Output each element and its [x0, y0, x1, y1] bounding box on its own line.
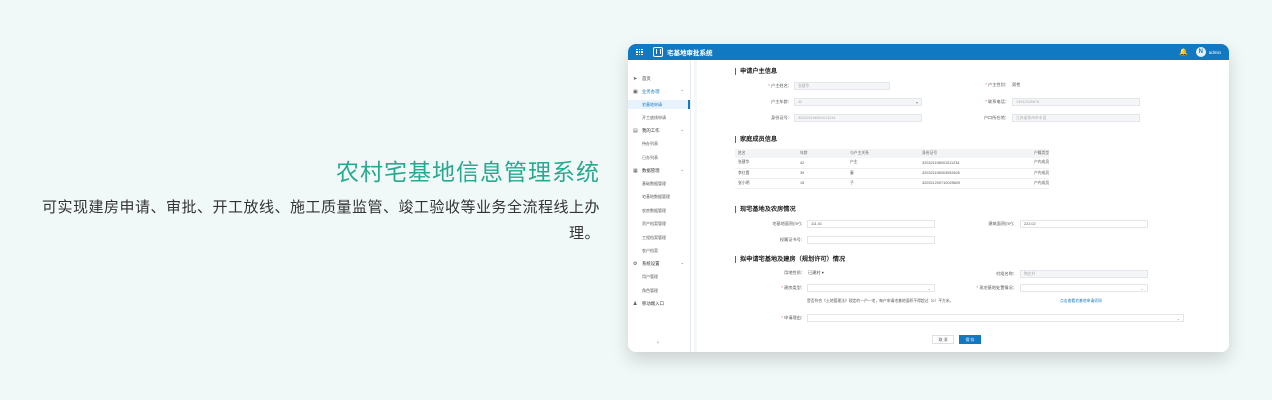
- cert-number-label: 权属证书号：: [779, 237, 805, 242]
- build-type-select[interactable]: ⌄: [807, 284, 935, 292]
- app-grid-icon[interactable]: [636, 48, 643, 56]
- app-title: 宅基地审批系统: [667, 50, 713, 57]
- disposal-select[interactable]: ⌄: [1020, 284, 1148, 292]
- disposal-label: * 现宅基地处置情况：: [976, 285, 1018, 290]
- owner-gender-label: * 户主性别：: [985, 82, 1009, 87]
- table-row[interactable]: 张小明 15 子 320321200710025609 户内成员: [735, 178, 1050, 189]
- address-label: 户口所在地：: [983, 115, 1009, 120]
- book-open-icon: ▤: [633, 128, 638, 135]
- app-window: 宅基地审批系统 🔔 N admin ➤ 首页 ▣ 业务办理 ⌃ 宅基地申请 开工放线申…: [628, 44, 1229, 352]
- land-use-select[interactable]: 已建村 ▾: [808, 270, 824, 276]
- column-header: 年龄: [797, 149, 847, 158]
- owner-age-field[interactable]: 42 ▾: [794, 98, 922, 106]
- sidebar-sub-roles[interactable]: 角色管理: [628, 286, 690, 295]
- sidebar-sub-todo[interactable]: 待办列表: [628, 140, 690, 149]
- homestead-area-label: 宅基地面积(m²)：: [772, 221, 805, 226]
- chevron-down-icon: ⌄: [927, 285, 931, 291]
- village-field[interactable]: 陶庄村: [1020, 270, 1148, 278]
- owner-age-label: 户主年龄：: [771, 99, 792, 104]
- main-content: 申请户主信息 * 户主姓名： 张建华 * 户主性别： 男性 户主年龄： 42 ▾ …: [694, 60, 1229, 352]
- chevron-up-icon: ⌃: [680, 89, 684, 94]
- phone-field[interactable]: 13912345678: [1012, 98, 1140, 106]
- chevron-down-icon: ⌄: [1176, 315, 1180, 321]
- section-family: 家庭成员信息: [735, 136, 777, 143]
- top-bar: 宅基地审批系统 🔔 N admin: [628, 44, 1229, 60]
- id-number-field[interactable]: 320321198001011234: [794, 114, 922, 122]
- address-field[interactable]: 江苏省徐州市丰县: [1012, 114, 1140, 122]
- users-icon: ♟: [633, 301, 638, 308]
- sidebar-item-business[interactable]: ▣ 业务办理 ⌃: [628, 87, 690, 96]
- sidebar-item-mobile[interactable]: ♟ 移动端入口: [628, 300, 690, 309]
- id-number-label: 身份证号：: [771, 115, 792, 120]
- table-header-row: 姓名 年龄 与户主关系 身份证号 户籍类型: [735, 149, 1050, 158]
- guide-link[interactable]: 点击查看宅基地申请须知: [1060, 299, 1102, 304]
- column-header: 身份证号: [919, 149, 1031, 158]
- sidebar-item-home[interactable]: ➤ 首页: [628, 74, 690, 83]
- chevron-down-icon: ⌄: [1140, 285, 1144, 291]
- collapse-icon[interactable]: ‹: [657, 340, 659, 346]
- avatar[interactable]: N: [1195, 47, 1206, 57]
- cert-number-field[interactable]: [807, 236, 935, 244]
- stepper-icon: ▾: [915, 99, 918, 105]
- book-icon: ▣: [633, 88, 638, 95]
- homestead-area-field[interactable]: 111.01: [807, 220, 935, 228]
- section-applicant: 申请户主信息: [735, 68, 777, 75]
- user-name[interactable]: admin: [1209, 50, 1221, 55]
- cancel-button[interactable]: 取 消: [932, 335, 954, 344]
- sidebar-sub-done[interactable]: 已办列表: [628, 153, 690, 162]
- building-area-field[interactable]: 222.02: [1020, 220, 1148, 228]
- chevron-up-icon: ⌃: [680, 168, 684, 174]
- section-planned: 拟申请宅基地及建房（规划许可）情况: [735, 256, 845, 263]
- village-label: 村组名称：: [996, 271, 1017, 276]
- sidebar-sub-basic[interactable]: 基础数据管理: [628, 180, 690, 189]
- sidebar-sub-apply[interactable]: 宅基地申请: [628, 100, 690, 109]
- family-table: 姓名 年龄 与户主关系 身份证号 户籍类型 张建华 42 户主 32032119800…: [735, 149, 1050, 189]
- sidebar: ➤ 首页 ▣ 业务办理 ⌃ 宅基地申请 开工放线申请 ▤ 我的工作 ⌃ 待办列表 已办列表…: [628, 60, 691, 352]
- sidebar-item-data[interactable]: ▦ 数据管理 ⌃: [628, 167, 690, 176]
- building-area-label: 建筑面积(m²)：: [988, 221, 1017, 226]
- sidebar-sub-project[interactable]: 工程档案管理: [628, 233, 690, 242]
- column-header: 姓名: [735, 149, 797, 158]
- sidebar-sub-asset[interactable]: 资产档案管理: [628, 220, 690, 229]
- table-row[interactable]: 张建华 42 户主 320321198001011234 户内成员: [735, 158, 1050, 169]
- owner-gender-value[interactable]: 男性: [1012, 82, 1020, 88]
- form-panel: 申请户主信息 * 户主姓名： 张建华 * 户主性别： 男性 户主年龄： 42 ▾ …: [697, 60, 1229, 352]
- section-current: 现宅基地及农房情况: [735, 206, 796, 213]
- sidebar-sub-homestead[interactable]: 宅基地数据管理: [628, 193, 690, 202]
- policy-note: 是否符合《土地管理法》规定的一户一宅，每户申请宅基地面积不得超过（0）平方米。: [807, 299, 954, 303]
- apply-reason-select[interactable]: ⌄: [807, 314, 1184, 322]
- sidebar-sub-users[interactable]: 用户管理: [628, 273, 690, 282]
- database-icon: ▦: [633, 168, 638, 175]
- phone-label: * 联系电话：: [985, 99, 1009, 104]
- land-use-label: 用地性质：: [784, 270, 805, 275]
- chevron-up-icon: ⌃: [680, 128, 684, 134]
- owner-name-label: * 户主姓名：: [768, 83, 792, 88]
- send-icon: ➤: [633, 75, 638, 82]
- sidebar-sub-farmer[interactable]: 农户档案: [628, 247, 690, 256]
- sidebar-sub-construction[interactable]: 开工放线申请: [628, 113, 690, 122]
- hero-title: 农村宅基地信息管理系统: [336, 159, 600, 185]
- column-header: 与户主关系: [847, 149, 919, 158]
- column-header: 户籍类型: [1031, 149, 1050, 158]
- build-type-label: * 建房类型：: [781, 285, 805, 290]
- chevron-up-icon: ⌃: [680, 261, 684, 267]
- apply-reason-label: * 申请理由：: [781, 315, 805, 320]
- owner-name-field[interactable]: 张建华: [794, 82, 890, 90]
- save-button[interactable]: 保 存: [959, 335, 981, 344]
- bell-icon[interactable]: 🔔: [1179, 48, 1188, 56]
- app-logo-icon: [653, 47, 663, 57]
- sidebar-sub-house[interactable]: 农房数据管理: [628, 206, 690, 215]
- hero-description: 可实现建房申请、审批、开工放线、施工质量监管、竣工验收等业务全流程线上办理。: [41, 199, 600, 242]
- table-row[interactable]: 李红霞 39 妻 320321198303052826 户内成员: [735, 168, 1050, 179]
- sidebar-item-work[interactable]: ▤ 我的工作 ⌃: [628, 127, 690, 136]
- settings-icon: ⚙: [633, 261, 638, 268]
- sidebar-item-settings[interactable]: ⚙ 系统设置 ⌃: [628, 260, 690, 269]
